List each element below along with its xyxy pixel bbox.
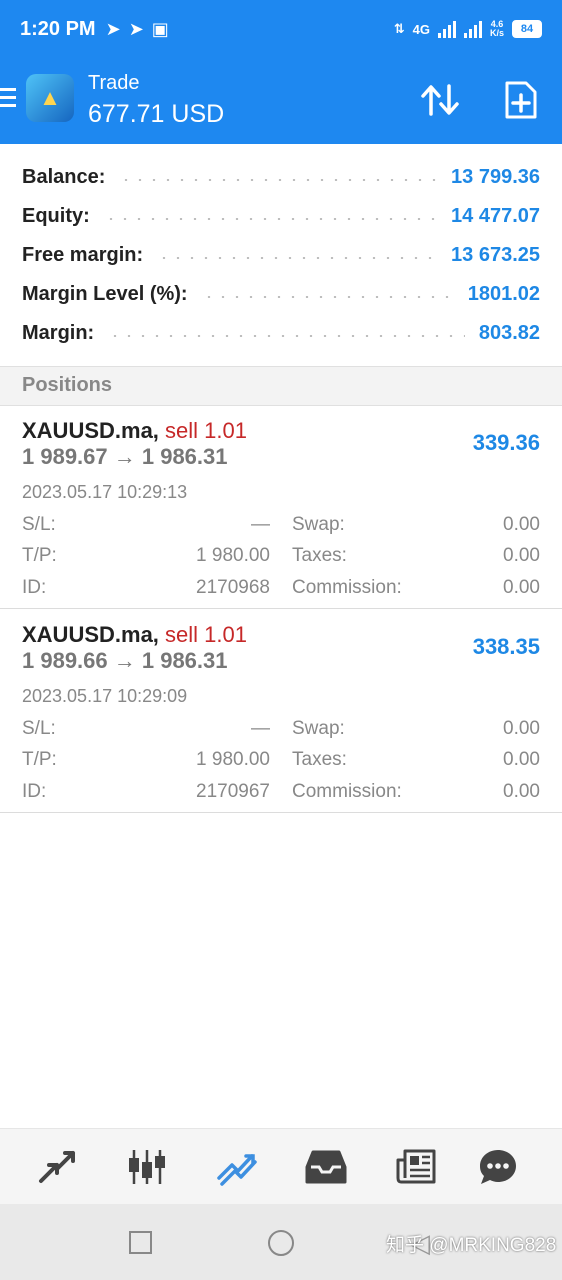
page-title: Trade (88, 72, 140, 94)
recent-apps-button[interactable] (129, 1231, 152, 1254)
trade-icon (217, 1154, 257, 1186)
news-icon (396, 1149, 436, 1184)
tab-chat[interactable] (476, 1147, 520, 1187)
balance-row: Balance: 13 799.36 (22, 162, 540, 192)
commission-value: 0.00 (503, 781, 540, 802)
new-order-icon[interactable] (502, 80, 540, 120)
status-bar: 1:20 PM ➤ ➤ ▣ ⇅ 4G 4.6 K/s 84 (0, 0, 562, 58)
free-margin-row: Free margin: 13 673.25 (22, 240, 540, 270)
position-title: XAUUSD.ma, sell 1.01 (22, 622, 247, 648)
position-prices: 1 989.67 → 1 986.31 (22, 444, 228, 469)
margin-level-row: Margin Level (%): 1801.02 (22, 279, 540, 309)
position-time: 2023.05.17 10:29:13 (22, 482, 188, 502)
chart-candles-icon (129, 1150, 165, 1184)
sl-value: — (251, 514, 270, 535)
id-label: ID: (22, 577, 47, 598)
sl-label: S/L: (22, 718, 56, 739)
position-time: 2023.05.17 10:29:09 (22, 686, 188, 706)
commission-label: Commission: (292, 781, 402, 802)
data-transfer-icon: ⇅ (393, 21, 405, 36)
taxes-label: Taxes: (292, 749, 347, 770)
position-title: XAUUSD.ma, sell 1.01 (22, 418, 247, 444)
tab-chart[interactable] (125, 1147, 169, 1187)
position-item[interactable]: XAUUSD.ma, sell 1.01 1 989.67 → 1 986.31… (0, 406, 562, 609)
summary-label: Margin Level (%): (22, 282, 188, 305)
summary-label: Margin: (22, 321, 95, 344)
position-profit: 338.35 (472, 634, 540, 659)
id-label: ID: (22, 781, 47, 802)
summary-label: Equity: (22, 204, 90, 227)
equity-row: Equity: 14 477.07 (22, 201, 540, 231)
summary-label: Free margin: (22, 243, 144, 266)
tp-value: 1 980.00 (196, 749, 270, 770)
position-side: sell 1.01 (165, 418, 247, 443)
dotted-leader (108, 335, 465, 337)
home-button[interactable] (268, 1230, 294, 1256)
dotted-leader (201, 296, 454, 298)
signal-icon (437, 20, 456, 38)
dotted-leader (119, 179, 438, 181)
position-profit: 339.36 (472, 430, 540, 455)
app-logo: ▲ (26, 74, 74, 122)
chat-icon (480, 1150, 516, 1184)
menu-icon[interactable] (0, 88, 16, 110)
taxes-value: 0.00 (503, 749, 540, 770)
id-value: 2170968 (196, 577, 270, 598)
position-prices: 1 989.66 → 1 986.31 (22, 648, 228, 673)
sl-value: — (251, 718, 270, 739)
position-item[interactable]: XAUUSD.ma, sell 1.01 1 989.66 → 1 986.31… (0, 610, 562, 813)
tab-news[interactable] (394, 1147, 438, 1187)
sort-icon[interactable] (420, 82, 460, 118)
app-bar: ▲ Trade 677.71 USD (0, 58, 562, 144)
bottom-tab-bar (0, 1128, 562, 1204)
history-inbox-icon (305, 1150, 347, 1184)
status-time: 1:20 PM (20, 17, 96, 40)
swap-label: Swap: (292, 514, 345, 535)
watermark: 知乎 @MRKING828 (386, 1235, 557, 1256)
header-balance: 677.71 USD (88, 100, 225, 128)
telegram-icon: ➤ (105, 18, 121, 39)
summary-value: 13 799.36 (451, 165, 540, 188)
summary-value: 1801.02 (467, 282, 540, 305)
sl-label: S/L: (22, 514, 56, 535)
margin-row: Margin: 803.82 (22, 318, 540, 348)
position-symbol: XAUUSD.ma, (22, 418, 159, 443)
tab-quotes[interactable] (35, 1147, 79, 1187)
swap-label: Swap: (292, 718, 345, 739)
summary-value: 803.82 (478, 321, 540, 344)
tp-label: T/P: (22, 749, 57, 770)
tp-value: 1 980.00 (196, 545, 270, 566)
battery-icon: 84 (512, 20, 542, 38)
swap-value: 0.00 (503, 718, 540, 739)
id-value: 2170967 (196, 781, 270, 802)
network-type: 4G (412, 21, 430, 37)
summary-value: 14 477.07 (451, 204, 540, 227)
account-summary: Balance: 13 799.36 Equity: 14 477.07 Fre… (0, 144, 562, 366)
notification-icon: ▣ (151, 18, 169, 39)
swap-value: 0.00 (503, 514, 540, 535)
tab-history[interactable] (304, 1147, 348, 1187)
signal-icon (463, 20, 482, 38)
dotted-leader (103, 218, 438, 220)
network-speed: 4.6 K/s (489, 19, 504, 38)
positions-header: Positions (0, 366, 562, 406)
summary-label: Balance: (22, 165, 106, 188)
summary-value: 13 673.25 (451, 243, 540, 266)
tp-label: T/P: (22, 545, 57, 566)
commission-value: 0.00 (503, 577, 540, 598)
commission-label: Commission: (292, 577, 402, 598)
taxes-value: 0.00 (503, 545, 540, 566)
system-nav-bar: ◁ 知乎 @MRKING828 (0, 1204, 562, 1280)
position-side: sell 1.01 (165, 622, 247, 647)
position-symbol: XAUUSD.ma, (22, 622, 159, 647)
taxes-label: Taxes: (292, 545, 347, 566)
tab-trade[interactable] (215, 1147, 259, 1187)
quotes-icon (39, 1151, 75, 1183)
telegram-icon: ➤ (128, 18, 144, 39)
dotted-leader (157, 257, 438, 259)
